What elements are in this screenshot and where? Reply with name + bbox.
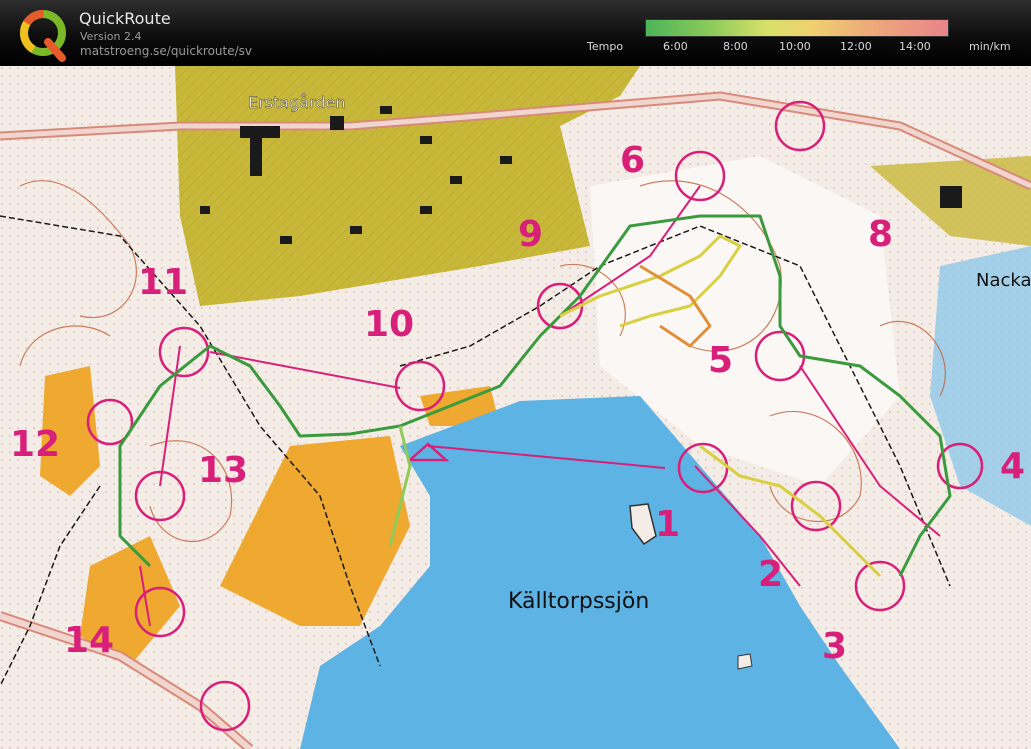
control-number: 5	[708, 340, 733, 381]
control-number: 10	[364, 304, 414, 345]
place-name-kalltorpssjon: Källtorpssjön	[508, 589, 649, 614]
control-number: 4	[1000, 446, 1025, 487]
app-url[interactable]: matstroeng.se/quickroute/sv	[80, 44, 252, 58]
tempo-tick: 12:00	[840, 40, 872, 53]
control-number: 3	[822, 626, 847, 667]
control-number: 1	[655, 504, 680, 545]
quickroute-logo-icon	[20, 10, 66, 62]
control-number: 2	[758, 554, 783, 595]
place-name-erstagarden: Erstagården	[248, 93, 346, 112]
tempo-tick: 14:00	[899, 40, 931, 53]
control-number: 9	[518, 214, 543, 255]
tempo-unit: min/km	[969, 40, 1011, 53]
app-version: Version 2.4	[80, 30, 142, 43]
tempo-tick: 8:00	[723, 40, 748, 53]
app-title: QuickRoute	[79, 9, 171, 28]
tempo-color-scale	[645, 19, 949, 37]
control-number: 11	[138, 262, 188, 303]
control-number: 14	[64, 620, 114, 661]
tempo-label: Tempo	[587, 40, 624, 53]
lake-islet	[737, 653, 753, 670]
control-number: 13	[198, 450, 248, 491]
control-number: 12	[10, 424, 60, 465]
control-number: 8	[868, 214, 893, 255]
control-number: 6	[620, 140, 645, 181]
tempo-tick: 10:00	[779, 40, 811, 53]
place-name-nacka: Nacka	[976, 270, 1031, 291]
tempo-tick: 6:00	[663, 40, 688, 53]
quickroute-header: QuickRoute Version 2.4 matstroeng.se/qui…	[0, 0, 1031, 66]
orienteering-map[interactable]: Erstagården Källtorpssjön Nacka 1 2 3 4 …	[0, 66, 1031, 749]
